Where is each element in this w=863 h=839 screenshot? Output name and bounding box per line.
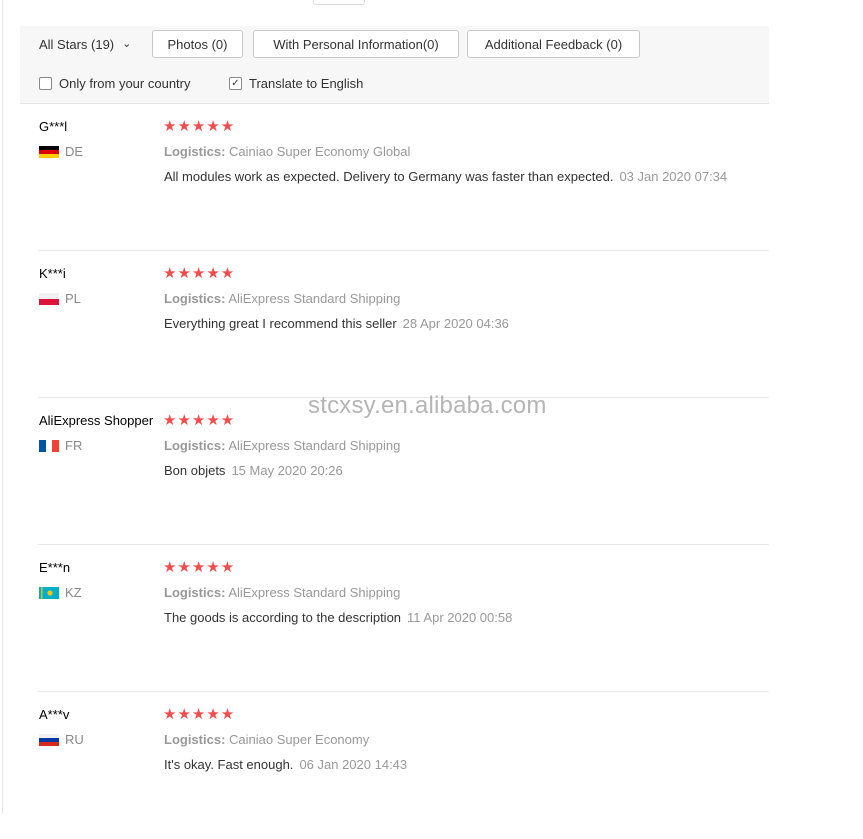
feedback-text-row: The goods is according to the descriptio…	[164, 610, 512, 625]
germany-flag-icon	[39, 145, 59, 158]
poland-flag-icon	[39, 292, 59, 305]
kazakhstan-flag-icon	[39, 586, 59, 599]
reviewer-country: FR	[39, 438, 82, 453]
reviewer-country: PL	[39, 291, 81, 306]
rating-stars: ★★★★★	[163, 706, 236, 723]
france-flag-icon	[39, 439, 59, 452]
review-item: K***i PL ★★★★★ Logistics: AliExpress Sta…	[38, 251, 769, 398]
page-left-border	[2, 0, 3, 814]
reviewer-name: E***n	[39, 560, 71, 575]
logistics-value: AliExpress Standard Shipping	[228, 585, 401, 600]
translate-checkbox[interactable]: ✓	[229, 77, 242, 90]
translate-label: Translate to English	[249, 76, 364, 91]
country-code: PL	[65, 291, 81, 306]
logistics-label: Logistics:	[164, 144, 226, 159]
only-country-label: Only from your country	[59, 76, 191, 91]
feedback-text-row: Everything great I recommend this seller…	[164, 316, 509, 331]
rating-stars: ★★★★★	[163, 118, 236, 135]
logistics-label: Logistics:	[164, 291, 226, 306]
filter-bar: All Stars (19) ⌄ Photos (0) With Persona…	[20, 26, 769, 104]
star-filter-select[interactable]: All Stars (19) ⌄	[39, 37, 131, 52]
logistics-value: Cainiao Super Economy Global	[229, 144, 411, 159]
reviewer-name: G***l	[39, 119, 68, 134]
logistics-info: Logistics: Cainiao Super Economy Global	[164, 144, 410, 159]
review-date: 15 May 2020 20:26	[231, 463, 343, 478]
logistics-value: Cainiao Super Economy	[229, 732, 370, 747]
logistics-info: Logistics: AliExpress Standard Shipping	[164, 291, 400, 306]
feedback-text-row: Bon objets 15 May 2020 20:26	[164, 463, 343, 478]
reviewer-name: K***i	[39, 266, 66, 281]
logistics-value: AliExpress Standard Shipping	[228, 438, 401, 453]
reviewer-name: A***v	[39, 707, 70, 722]
personal-info-filter-button[interactable]: With Personal Information(0)	[253, 30, 459, 58]
review-date: 03 Jan 2020 07:34	[619, 169, 728, 184]
logistics-info: Logistics: AliExpress Standard Shipping	[164, 585, 400, 600]
review-item: G***l DE ★★★★★ Logistics: Cainiao Super …	[38, 104, 769, 251]
chevron-down-icon: ⌄	[122, 38, 132, 50]
logistics-value: AliExpress Standard Shipping	[228, 291, 401, 306]
review-item: AliExpress Shopper FR ★★★★★ Logistics: A…	[38, 398, 769, 545]
translate-option[interactable]: ✓ Translate to English	[229, 76, 363, 91]
feedback-text: All modules work as expected. Delivery t…	[164, 169, 614, 184]
feedback-text: Everything great I recommend this seller	[164, 316, 397, 331]
logistics-label: Logistics:	[164, 732, 226, 747]
review-item: A***v RU ★★★★★ Logistics: Cainiao Super …	[38, 692, 769, 839]
logistics-label: Logistics:	[164, 438, 226, 453]
rating-stars: ★★★★★	[163, 559, 236, 576]
feedback-text-row: It's okay. Fast enough. 06 Jan 2020 14:43	[164, 757, 407, 772]
rating-stars: ★★★★★	[163, 412, 236, 429]
country-code: DE	[65, 144, 84, 159]
feedback-text-row: All modules work as expected. Delivery t…	[164, 169, 727, 184]
photos-filter-button[interactable]: Photos (0)	[152, 30, 243, 58]
only-country-checkbox[interactable]	[39, 77, 52, 90]
russia-flag-icon	[39, 733, 59, 746]
only-country-option[interactable]: Only from your country	[39, 76, 191, 91]
reviewer-country: RU	[39, 732, 84, 747]
review-item: E***n KZ ★★★★★ Logistics: AliExpress Sta…	[38, 545, 769, 692]
country-code: FR	[65, 438, 83, 453]
reviewer-country: KZ	[39, 585, 82, 600]
review-date: 11 Apr 2020 00:58	[407, 610, 513, 625]
rating-stars: ★★★★★	[163, 265, 236, 282]
additional-feedback-filter-button[interactable]: Additional Feedback (0)	[467, 30, 640, 58]
country-code: KZ	[65, 585, 82, 600]
watermark-text: stcxsy.en.alibaba.com	[308, 392, 547, 419]
star-filter-label: All Stars (19)	[39, 37, 115, 52]
top-tab-edge[interactable]	[313, 0, 365, 5]
reviewer-name: AliExpress Shopper	[39, 413, 154, 428]
reviewer-country: DE	[39, 144, 83, 159]
country-code: RU	[65, 732, 84, 747]
logistics-info: Logistics: AliExpress Standard Shipping	[164, 438, 400, 453]
review-date: 28 Apr 2020 04:36	[402, 316, 509, 331]
feedback-text: The goods is according to the descriptio…	[164, 610, 402, 625]
feedback-text: Bon objets	[164, 463, 226, 478]
review-date: 06 Jan 2020 14:43	[299, 757, 408, 772]
logistics-label: Logistics:	[164, 585, 226, 600]
feedback-text: It's okay. Fast enough.	[164, 757, 294, 772]
logistics-info: Logistics: Cainiao Super Economy	[164, 732, 369, 747]
